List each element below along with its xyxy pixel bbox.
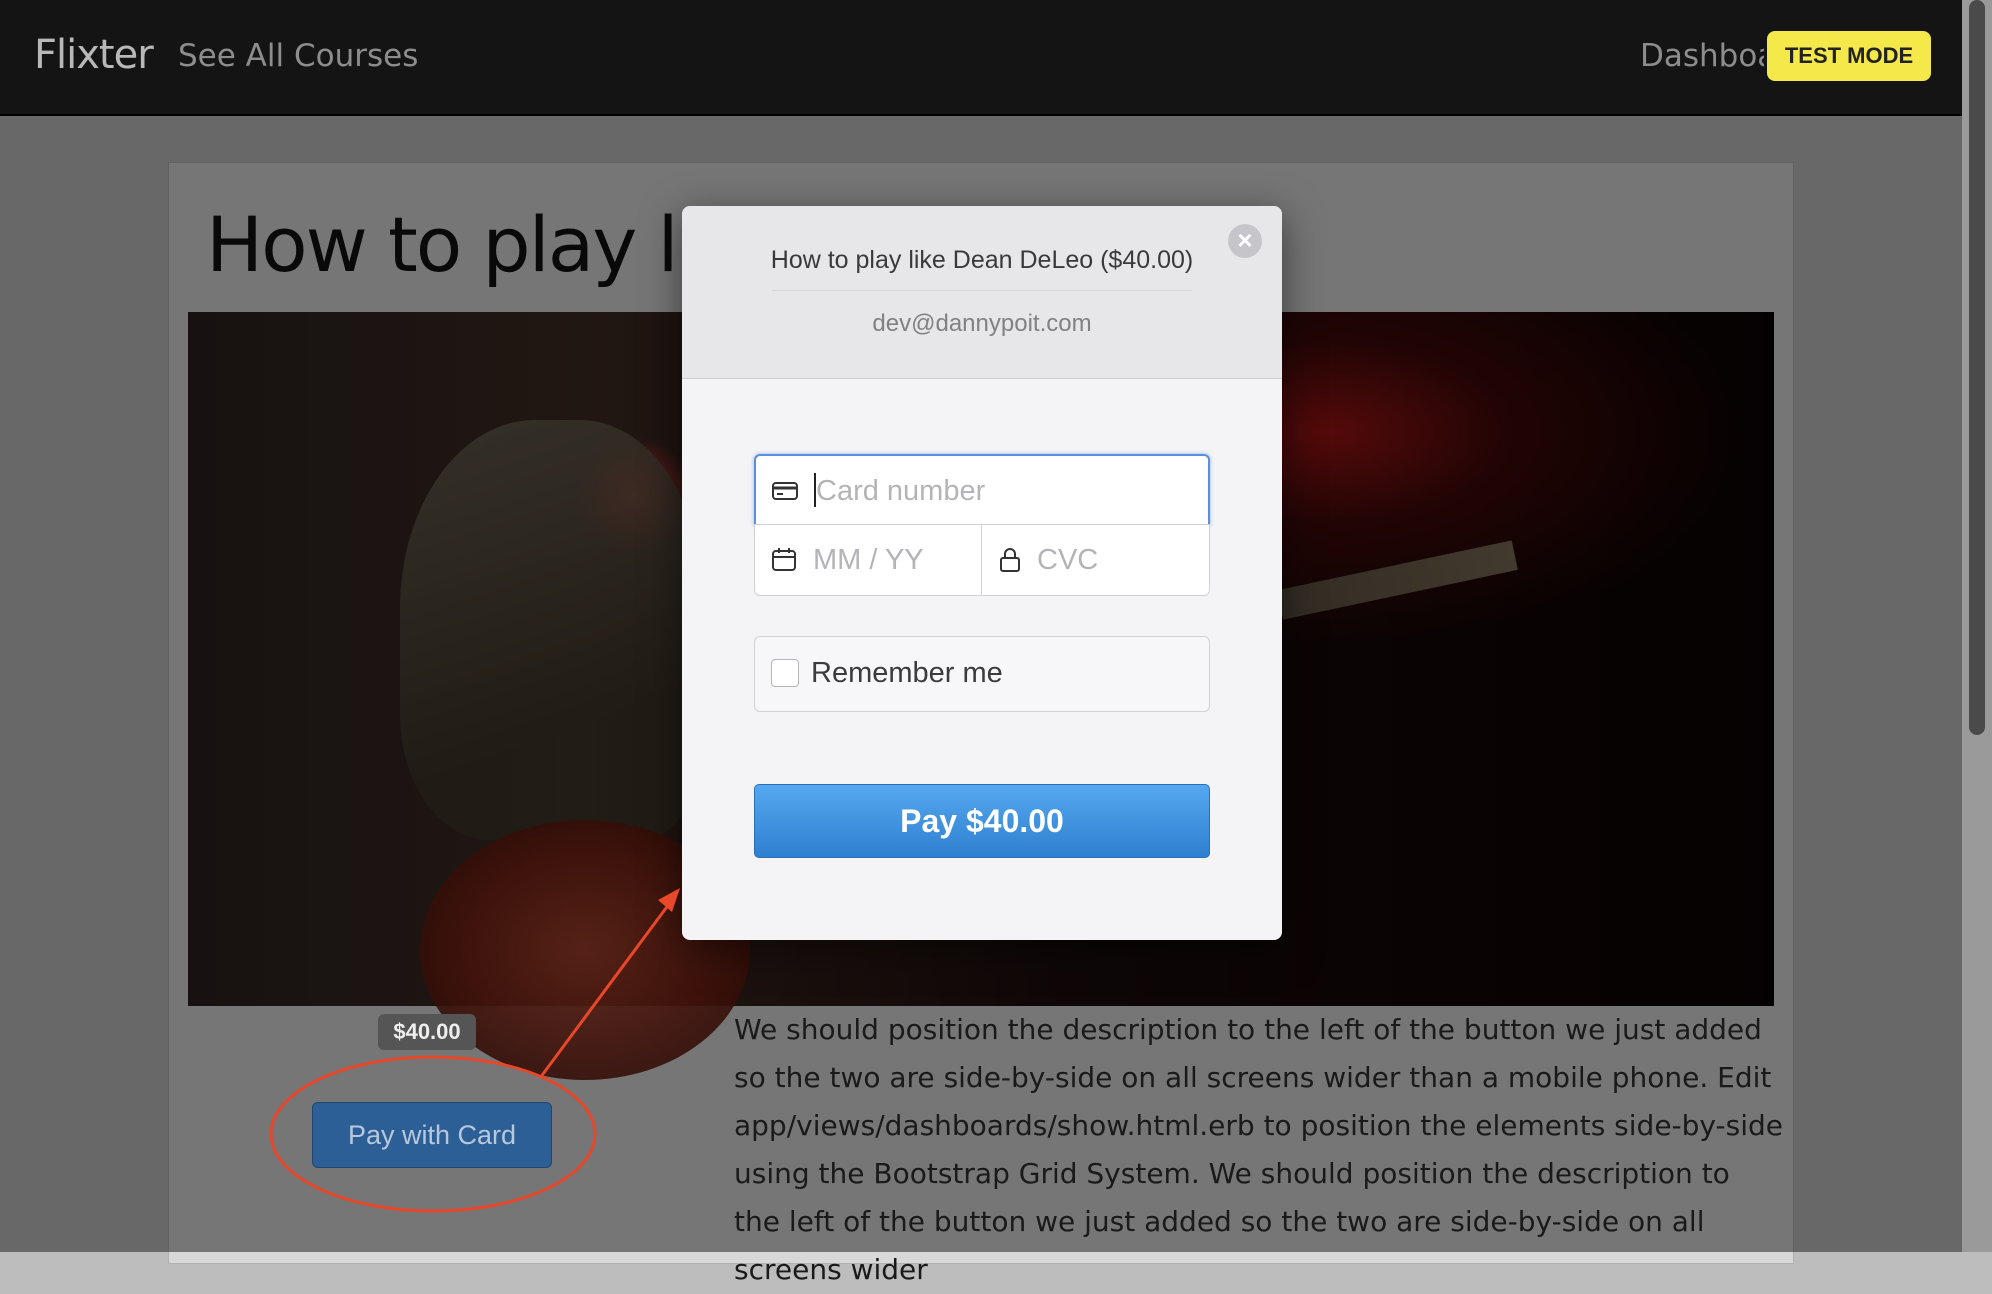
nav-dashboard[interactable]: Dashboard — [1640, 38, 1764, 74]
close-icon[interactable]: × — [1228, 224, 1262, 258]
course-description: We should position the description to th… — [734, 1013, 1783, 1286]
nav-see-all-courses[interactable]: See All Courses — [178, 38, 418, 74]
checkout-header: How to play like Dean DeLeo ($40.00) dev… — [682, 206, 1282, 379]
expiry-cvc-row: MM / YY CVC — [754, 524, 1210, 596]
calendar-icon — [772, 548, 796, 571]
expiry-field[interactable]: MM / YY — [813, 544, 924, 577]
price-badge: $40.00 — [378, 1014, 476, 1050]
pay-with-card-button[interactable]: Pay with Card — [312, 1102, 552, 1168]
checkout-email: dev@dannypoit.com — [872, 310, 1092, 337]
field-divider — [981, 525, 982, 595]
remember-me-checkbox[interactable] — [771, 659, 799, 687]
checkout-modal: How to play like Dean DeLeo ($40.00) dev… — [682, 206, 1282, 940]
brand-logo[interactable]: Flixter — [34, 32, 154, 78]
top-navbar: Flixter See All Courses Dashboard TEST M… — [0, 0, 1962, 116]
lock-icon — [1000, 548, 1020, 572]
checkout-header-divider — [772, 290, 1192, 291]
test-mode-badge: TEST MODE — [1767, 31, 1931, 81]
remember-me-label[interactable]: Remember me — [811, 657, 1003, 690]
card-number-placeholder: Card number — [816, 475, 986, 507]
credit-card-icon — [772, 482, 798, 500]
pay-button[interactable]: Pay $40.00 — [754, 784, 1210, 858]
remember-me-row[interactable]: Remember me — [754, 636, 1210, 712]
card-number-field[interactable]: Card number — [754, 454, 1210, 526]
checkout-title: How to play like Dean DeLeo ($40.00) — [770, 246, 1194, 274]
scrollbar-thumb[interactable] — [1969, 0, 1985, 735]
cvc-field[interactable]: CVC — [1037, 544, 1098, 577]
